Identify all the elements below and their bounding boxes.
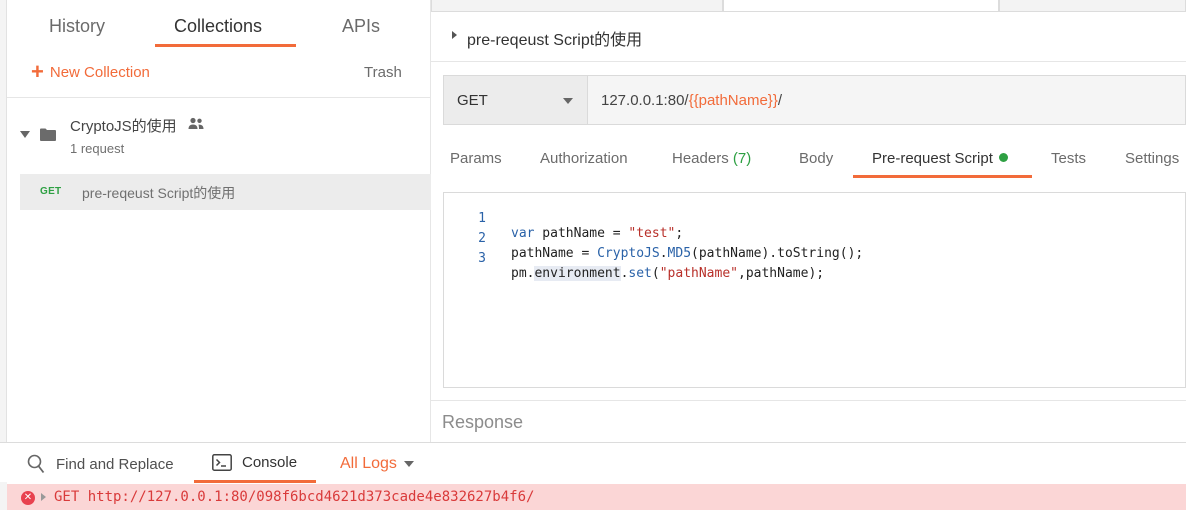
response-label: Response <box>442 412 524 432</box>
new-collection-button[interactable]: + New Collection <box>31 59 150 84</box>
method-select[interactable]: GET <box>444 76 588 124</box>
request-tab-active-partial[interactable] <box>723 0 999 12</box>
code-line: 2 pathName = CryptoJS.MD5(pathName).toSt… <box>444 216 1184 261</box>
url-input[interactable]: 127.0.0.1:80/{{pathName}}/ <box>601 92 782 109</box>
tab-history[interactable]: History <box>49 16 105 37</box>
status-dot-icon <box>998 153 1008 162</box>
all-logs-label: All Logs <box>340 455 397 472</box>
url-suffix: / <box>777 92 782 109</box>
console-log-entry[interactable]: ✕ GET http://127.0.0.1:80/098f6bcd4621d3… <box>7 484 1186 510</box>
collection-item[interactable]: CryptoJS的使用 1 request <box>7 110 431 166</box>
code-line: 3 pm.environment.set("pathName",pathName… <box>444 236 1184 281</box>
console-label: Console <box>242 454 298 471</box>
request-title[interactable]: pre-reqeust Script的使用 <box>467 26 642 50</box>
headers-count: (7) <box>732 150 752 167</box>
team-icon <box>188 117 204 129</box>
tab-authorization[interactable]: Authorization <box>540 150 628 167</box>
request-name: pre-reqeust Script的使用 <box>82 185 236 201</box>
find-replace-label: Find and Replace <box>56 455 174 473</box>
sidebar: History Collections APIs + New Collectio… <box>0 0 431 442</box>
sidebar-edge <box>0 0 7 442</box>
tab-pre-request-label: Pre-request Script <box>872 150 993 167</box>
active-tab-indicator <box>194 480 316 483</box>
tab-params[interactable]: Params <box>450 150 502 167</box>
active-tab-indicator <box>155 44 296 47</box>
bottom-bar: Find and Replace Console All Logs <box>0 442 1186 483</box>
chevron-down-icon <box>403 461 414 467</box>
console-icon <box>212 454 232 471</box>
tab-body[interactable]: Body <box>799 150 833 167</box>
method-badge: GET <box>40 186 62 197</box>
trash-button[interactable]: Trash <box>364 64 402 81</box>
caret-right-icon[interactable] <box>452 31 457 39</box>
tab-headers[interactable]: Headers (7) <box>672 150 751 167</box>
new-collection-label: New Collection <box>49 63 150 81</box>
console-tab[interactable]: Console <box>212 454 297 471</box>
tab-headers-label: Headers <box>672 150 729 167</box>
request-tab-strip <box>431 0 1186 12</box>
search-icon <box>27 454 45 474</box>
tab-settings[interactable]: Settings <box>1125 150 1179 167</box>
caret-right-icon[interactable] <box>41 493 46 501</box>
folder-icon <box>40 128 56 141</box>
url-variable: {{pathName}} <box>688 92 778 109</box>
all-logs-dropdown[interactable]: All Logs <box>340 455 414 473</box>
request-tab-partial[interactable] <box>431 0 723 12</box>
tab-tests[interactable]: Tests <box>1051 150 1086 167</box>
line-number: 3 <box>478 251 486 266</box>
request-title-row: pre-reqeust Script的使用 <box>431 12 1186 62</box>
code-line: 1 var pathName = "test"; <box>444 196 1184 241</box>
script-editor[interactable]: 1 var pathName = "test"; 2 pathName = Cr… <box>443 192 1186 388</box>
console-body <box>0 510 1186 531</box>
find-replace-button[interactable]: Find and Replace <box>27 454 174 474</box>
request-item[interactable]: GET pre-reqeust Script的使用 <box>20 174 431 210</box>
method-value: GET <box>457 92 488 109</box>
tab-pre-request-script[interactable]: Pre-request Script <box>872 150 1008 167</box>
plus-icon: + <box>31 59 44 84</box>
tab-collections[interactable]: Collections <box>174 16 262 37</box>
url-bar: GET 127.0.0.1:80/{{pathName}}/ <box>443 75 1186 125</box>
sidebar-tabs: History Collections APIs <box>7 0 431 48</box>
active-tab-indicator <box>853 175 1032 178</box>
error-icon: ✕ <box>21 491 35 505</box>
request-tabs: Params Authorization Headers (7) Body Pr… <box>431 138 1186 180</box>
url-prefix: 127.0.0.1:80/ <box>601 92 689 109</box>
response-panel: Response <box>431 400 1186 442</box>
chevron-down-icon[interactable] <box>20 131 30 138</box>
collection-request-count: 1 request <box>70 141 125 156</box>
collection-name: CryptoJS的使用 <box>70 118 177 135</box>
tab-apis[interactable]: APIs <box>342 16 380 37</box>
request-tab-partial-2[interactable] <box>999 0 1186 12</box>
chevron-down-icon <box>563 98 573 104</box>
code-text: pm.environment.set("pathName",pathName); <box>511 266 825 281</box>
log-text: GET http://127.0.0.1:80/098f6bcd4621d373… <box>54 489 535 505</box>
sidebar-actions: + New Collection Trash <box>7 58 431 98</box>
